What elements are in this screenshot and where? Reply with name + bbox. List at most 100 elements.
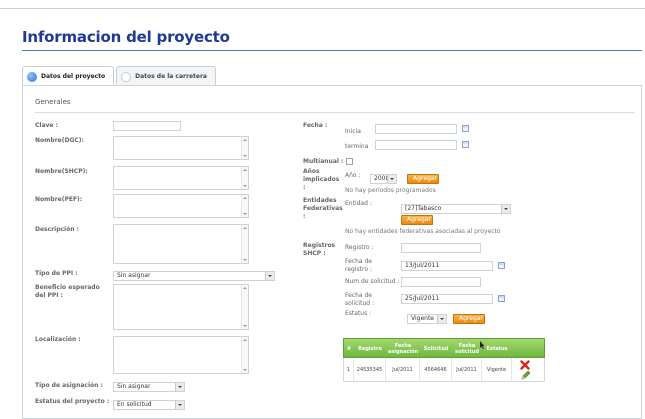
grid-header-cell[interactable]: Estatus bbox=[482, 339, 512, 359]
table-row[interactable]: 1 24535345 Jul/2011 4564646 Jul/2011 Vig… bbox=[343, 358, 545, 382]
agregar-anio-button[interactable]: Agregar bbox=[407, 174, 439, 184]
localizacion-label: Localización : bbox=[35, 336, 81, 343]
project-panel: Generales Clave : Nombre(DGC): Nombre(SH… bbox=[22, 85, 642, 419]
tipo-asignacion-label: Tipo de asignación : bbox=[35, 382, 103, 389]
estatus-label: Estatus : bbox=[345, 310, 372, 317]
grid-cell: 24535345 bbox=[354, 358, 386, 382]
calendar-icon[interactable] bbox=[498, 262, 505, 269]
descripcion-textarea[interactable] bbox=[113, 224, 249, 264]
tipo-ppi-value: Sin asignar bbox=[117, 272, 151, 279]
multianual-checkbox[interactable] bbox=[346, 158, 353, 165]
anio-label: Año : bbox=[345, 172, 361, 179]
grid-header-cell[interactable]: Fecha solicitud bbox=[452, 339, 482, 359]
nombre-pef-label: Nombre(PEF): bbox=[35, 196, 83, 203]
calendar-icon[interactable] bbox=[462, 125, 469, 132]
scrollbar[interactable] bbox=[241, 137, 248, 159]
chevron-down-icon bbox=[501, 205, 510, 213]
grid-header-cell: # bbox=[346, 346, 352, 352]
grid-cell: Vigente bbox=[482, 358, 512, 382]
entidad-select[interactable]: [27]Tabasco bbox=[401, 204, 511, 214]
descripcion-label: Descripción : bbox=[35, 226, 79, 233]
beneficio-textarea[interactable] bbox=[113, 284, 249, 330]
edit-pencil-icon[interactable] bbox=[520, 370, 531, 381]
estatus-proyecto-label: Estatus del proyecto : bbox=[35, 398, 110, 405]
entidades-label: Entidades Federativas : bbox=[303, 197, 343, 220]
grid-header-cell[interactable]: Solicitud bbox=[420, 339, 452, 359]
nombre-dgc-label: Nombre(DGC): bbox=[35, 137, 84, 144]
estatus-select[interactable]: Vigente bbox=[407, 314, 447, 324]
tab-active-icon bbox=[27, 71, 37, 82]
nombre-dgc-textarea[interactable] bbox=[113, 136, 249, 160]
chevron-down-icon bbox=[265, 272, 274, 280]
top-rule bbox=[0, 8, 645, 9]
anio-select[interactable]: 2008 bbox=[370, 174, 397, 184]
agregar-registro-button[interactable]: Agregar bbox=[453, 314, 485, 324]
registros-shcp-label: Registros SHCP : bbox=[303, 242, 336, 257]
delete-icon[interactable] bbox=[520, 360, 530, 370]
title-rule bbox=[22, 50, 642, 51]
fecha-solicitud-label: Fecha de solicitud : bbox=[345, 292, 374, 307]
tipo-asignacion-value: Sin asignar bbox=[117, 383, 151, 390]
sort-cursor-icon bbox=[480, 341, 485, 349]
beneficio-label: Beneficio esperado del PPI : bbox=[35, 284, 100, 299]
tipo-ppi-label: Tipo de PPI : bbox=[35, 270, 78, 277]
grid-cell: Jul/2011 bbox=[386, 358, 420, 382]
termina-label: termina bbox=[345, 143, 369, 150]
registro-label: Registro : bbox=[345, 244, 374, 251]
chevron-down-icon bbox=[437, 315, 446, 323]
grid-cell: Jul/2011 bbox=[452, 358, 482, 382]
calendar-icon[interactable] bbox=[498, 295, 505, 302]
tab-datos-proyecto[interactable]: Datos del proyecto bbox=[22, 66, 115, 86]
scrollbar[interactable] bbox=[241, 285, 248, 329]
grid-header-cell[interactable]: Registro bbox=[354, 339, 386, 359]
multianual-label: Multianual : bbox=[303, 158, 344, 165]
fecha-label: Fecha : bbox=[303, 122, 328, 129]
tab-bar: Datos del proyecto Datos de la carretera bbox=[22, 66, 218, 86]
estatus-value: Vigente bbox=[411, 315, 434, 322]
grid-cell: 4564646 bbox=[420, 358, 452, 382]
fecha-termina-input[interactable] bbox=[375, 140, 457, 150]
tab-label: Datos del proyecto bbox=[41, 73, 106, 80]
anios-implicados-label: Años implicados : bbox=[303, 168, 340, 191]
num-solicitud-input[interactable] bbox=[401, 277, 481, 287]
section-rule bbox=[35, 112, 635, 113]
localizacion-textarea[interactable] bbox=[113, 336, 249, 374]
fecha-registro-input[interactable]: 13/Jul/2011 bbox=[401, 261, 493, 271]
registro-input[interactable] bbox=[401, 243, 481, 253]
clave-label: Clave : bbox=[35, 122, 58, 129]
tipo-ppi-select[interactable]: Sin asignar bbox=[113, 271, 275, 281]
nombre-shcp-textarea[interactable] bbox=[113, 166, 249, 190]
grid-header-cell[interactable]: Fecha asignación bbox=[386, 339, 420, 359]
scrollbar[interactable] bbox=[241, 195, 248, 217]
chevron-down-icon bbox=[175, 401, 184, 409]
grid-header: # Registro Fecha asignación Solicitud Fe… bbox=[343, 338, 545, 358]
fecha-inicia-input[interactable] bbox=[375, 124, 457, 134]
chevron-down-icon bbox=[175, 383, 184, 391]
calendar-icon[interactable] bbox=[462, 141, 469, 148]
entidad-value: [27]Tabasco bbox=[405, 205, 442, 212]
page-title: Informacion del proyecto bbox=[22, 28, 230, 46]
clave-input[interactable] bbox=[113, 121, 181, 131]
scrollbar[interactable] bbox=[241, 225, 248, 263]
nombre-pef-textarea[interactable] bbox=[113, 194, 249, 218]
tab-inactive-icon bbox=[121, 71, 132, 82]
no-entidades-note: No hay entidades federativas asociadas a… bbox=[345, 228, 501, 235]
tab-datos-carretera[interactable]: Datos de la carretera bbox=[116, 66, 216, 86]
no-periodos-note: No hay periodos programados bbox=[345, 187, 436, 194]
nombre-shcp-label: Nombre(SHCP): bbox=[35, 168, 88, 175]
inicia-label: Inicia bbox=[345, 128, 361, 135]
scrollbar[interactable] bbox=[241, 337, 248, 373]
estatus-proyecto-select[interactable]: En solicitud bbox=[113, 400, 185, 410]
tab-label: Datos de la carretera bbox=[135, 73, 207, 80]
num-solicitud-label: Num de solicitud : bbox=[345, 278, 400, 285]
grid-cell: 1 bbox=[344, 358, 354, 382]
estatus-proyecto-value: En solicitud bbox=[117, 401, 152, 408]
agregar-entidad-button[interactable]: Agregar bbox=[401, 215, 433, 225]
scrollbar[interactable] bbox=[241, 167, 248, 189]
fecha-registro-label: Fecha de registro : bbox=[345, 258, 372, 273]
chevron-down-icon bbox=[387, 175, 396, 183]
tipo-asignacion-select[interactable]: Sin asignar bbox=[113, 382, 185, 392]
section-label: Generales bbox=[35, 98, 71, 106]
entidad-label: Entidad : bbox=[345, 200, 372, 207]
fecha-solicitud-input[interactable]: 25/Jul/2011 bbox=[401, 294, 493, 304]
